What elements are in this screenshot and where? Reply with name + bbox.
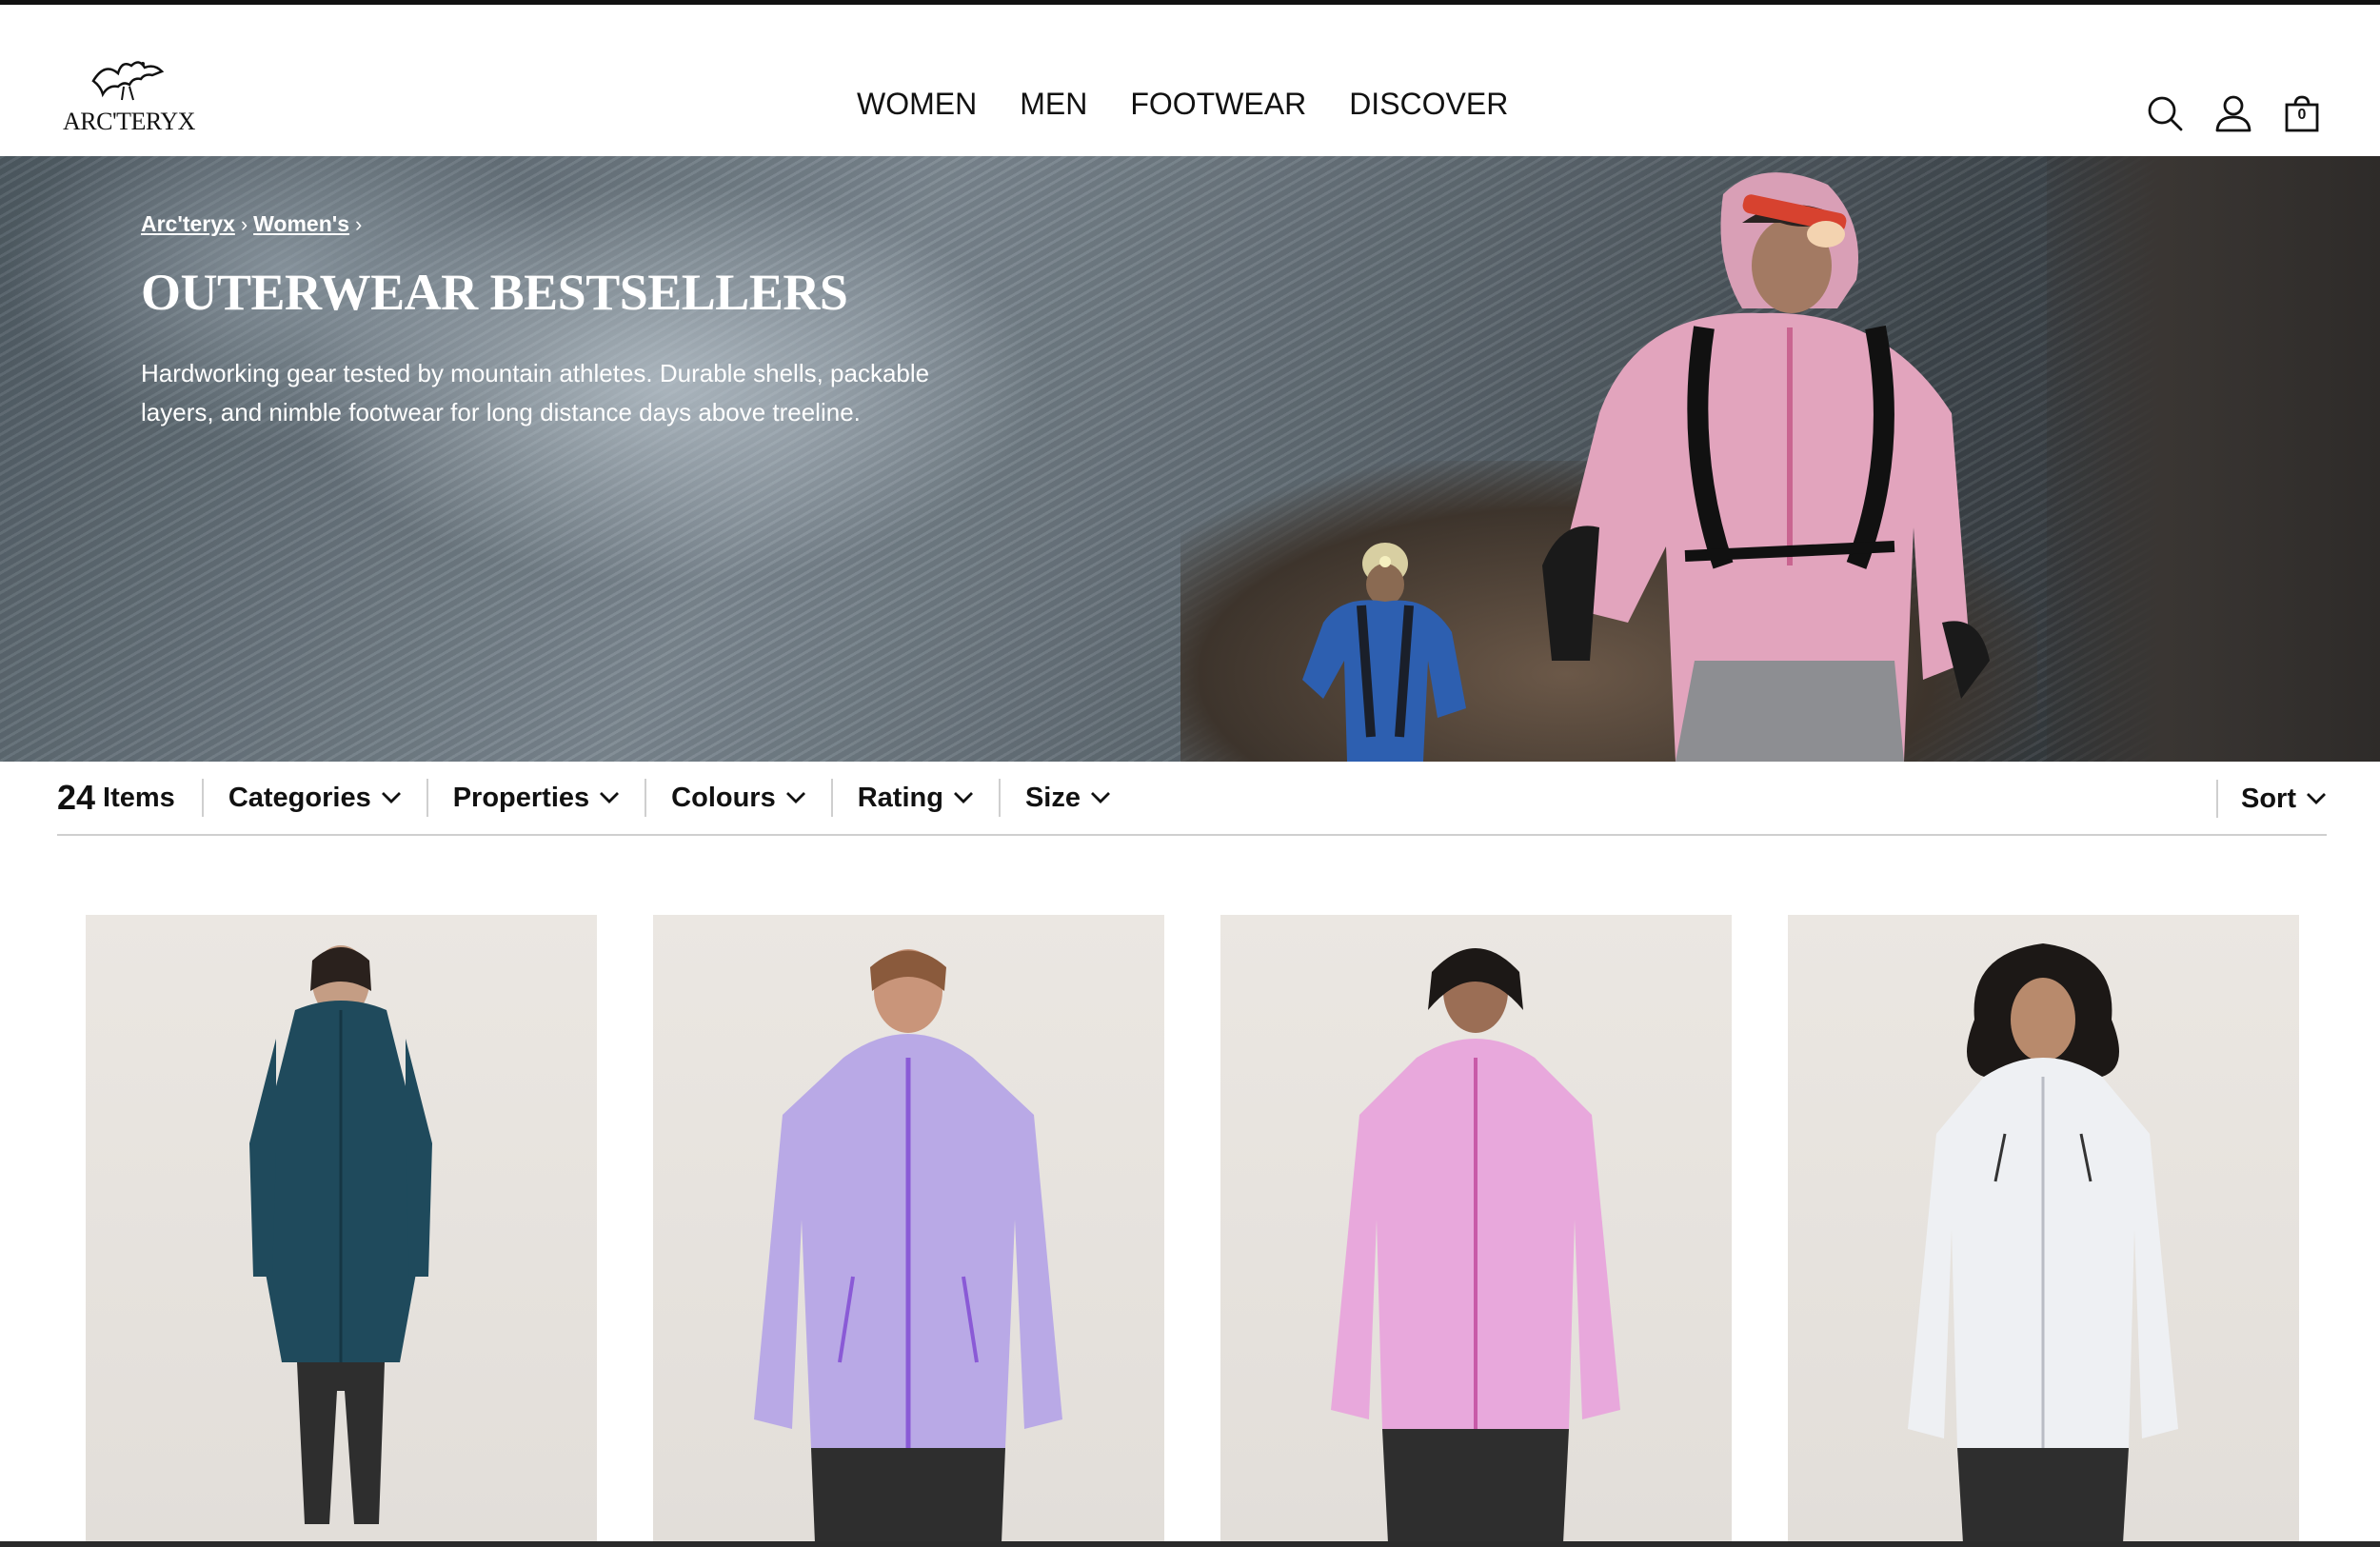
chevron-down-icon (785, 792, 805, 803)
filter-colours[interactable]: Colours (646, 779, 833, 817)
nav-item-footwear[interactable]: FOOTWEAR (1130, 87, 1306, 122)
breadcrumb: Arc'teryx › Women's › (141, 211, 362, 237)
account-icon[interactable] (2214, 94, 2252, 132)
product-image (1908, 943, 2178, 1543)
product-card-white-jacket[interactable] (1788, 915, 2299, 1543)
main-nav: WOMEN MEN FOOTWEAR DISCOVER (857, 87, 1508, 122)
nav-item-men[interactable]: MEN (1020, 87, 1087, 122)
product-card-pink-jacket[interactable] (1220, 915, 1732, 1543)
product-card-teal-parka[interactable] (86, 915, 597, 1543)
breadcrumb-chevron-icon: › (355, 211, 363, 236)
product-image (1331, 948, 1620, 1543)
sort-label: Sort (2241, 783, 2296, 814)
item-count-number: 24 (57, 778, 96, 817)
hiker-blue-jacket-image (1302, 543, 1466, 762)
product-image (249, 945, 432, 1524)
archaeopteryx-logo-icon (91, 61, 165, 101)
item-count: 24 Items (57, 778, 204, 817)
logo-wordmark: ARC'TERYX (63, 108, 195, 135)
product-grid (86, 915, 2304, 1543)
cart-count-badge: 0 (2297, 107, 2307, 123)
filter-label: Properties (452, 782, 590, 813)
page-title: OUTERWEAR BESTSELLERS (141, 264, 848, 321)
item-count-label: Items (103, 782, 175, 813)
filter-properties[interactable]: Properties (428, 779, 647, 817)
chevron-down-icon (953, 792, 973, 803)
breadcrumb-link-womens[interactable]: Women's (253, 211, 349, 237)
filter-rating[interactable]: Rating (833, 779, 1001, 817)
nav-item-discover[interactable]: DISCOVER (1349, 87, 1508, 122)
product-card-lavender-jacket[interactable] (653, 915, 1164, 1543)
site-header: ARC'TERYX WOMEN MEN FOOTWEAR DISCOVER 0 (0, 5, 2380, 156)
chevron-down-icon (1090, 792, 1110, 803)
header-actions: 0 (2146, 94, 2321, 132)
nav-item-women[interactable]: WOMEN (857, 87, 977, 122)
filter-bar: 24 Items Categories Properties Colours R… (57, 762, 2327, 836)
chevron-down-icon (381, 792, 401, 803)
filter-label: Categories (228, 782, 371, 813)
filter-label: Colours (671, 782, 776, 813)
bag-icon[interactable]: 0 (2283, 94, 2321, 132)
filter-label: Rating (857, 782, 943, 813)
chevron-down-icon (600, 792, 620, 803)
filter-size[interactable]: Size (1001, 779, 1136, 817)
product-image (754, 949, 1062, 1543)
breadcrumb-link-home[interactable]: Arc'teryx (141, 211, 235, 237)
breadcrumb-chevron-icon: › (240, 211, 248, 236)
filter-label: Size (1024, 782, 1081, 813)
bottom-border (0, 1541, 2380, 1547)
hero-banner: Arc'teryx › Women's › OUTERWEAR BESTSELL… (0, 156, 2380, 762)
hero-description: Hardworking gear tested by mountain athl… (141, 359, 930, 426)
chevron-down-icon (2307, 793, 2326, 804)
sort-dropdown[interactable]: Sort (2216, 780, 2327, 818)
search-icon[interactable] (2146, 94, 2184, 132)
hiker-pink-jacket-image (1542, 172, 1990, 762)
brand-logo[interactable]: ARC'TERYX (63, 52, 195, 140)
hero-cliff (2047, 156, 2380, 762)
filter-categories[interactable]: Categories (204, 779, 428, 817)
